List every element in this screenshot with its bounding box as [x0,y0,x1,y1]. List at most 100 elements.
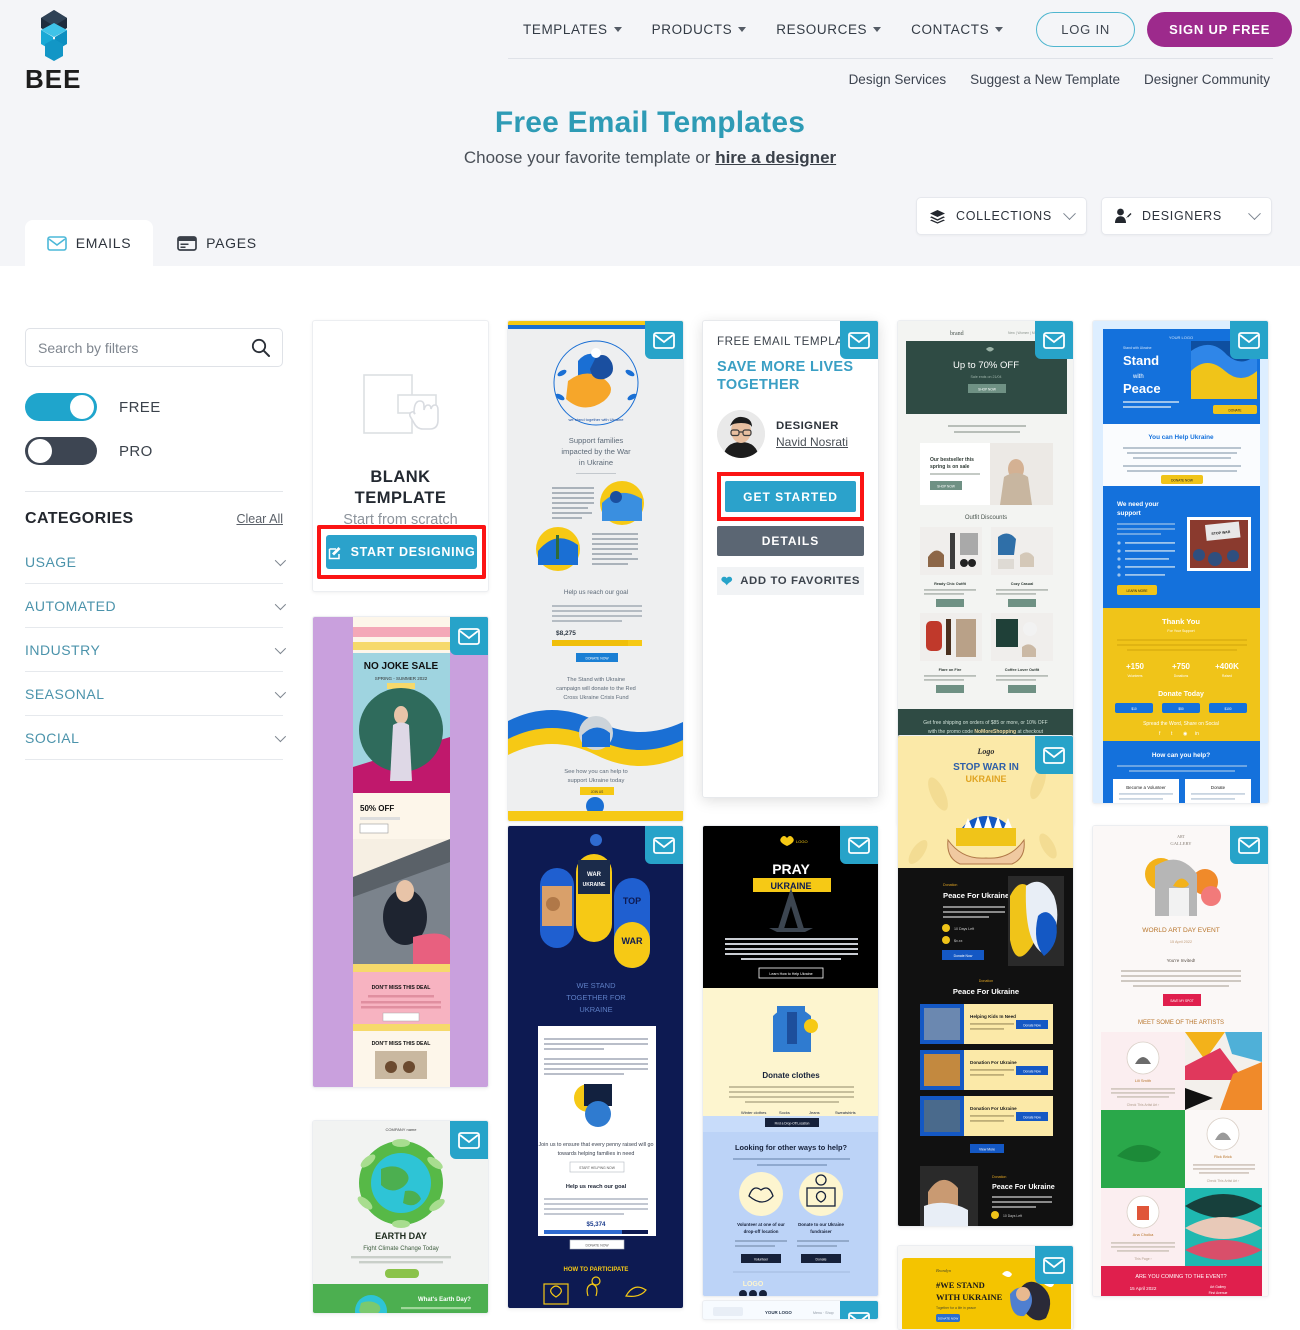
envelope-icon [1043,746,1065,764]
svg-text:$50: $50 [1178,707,1184,711]
svg-text:+400K: +400K [1215,662,1239,671]
blank-template-card[interactable]: BLANK TEMPLATE Start from scratch START … [312,320,489,592]
chevron-down-icon [1248,206,1261,220]
nav-item-products[interactable]: PRODUCTS [637,14,762,45]
add-to-favorites-button[interactable]: ❤ ADD TO FAVORITES [717,567,864,596]
svg-text:GALLERY: GALLERY [1170,841,1192,846]
search-input[interactable] [38,339,251,356]
bee-logo[interactable]: BEE [25,8,85,92]
svg-text:in: in [1195,731,1199,737]
search-filters-box[interactable] [25,328,283,367]
signup-button[interactable]: SIGN UP FREE [1147,12,1293,47]
tab-label: EMAILS [75,235,132,251]
tab-pages[interactable]: PAGES [153,220,281,266]
template-card-world-art-day[interactable]: ART GALLERY WORLD ART DAY EVENT 15 April… [1092,825,1269,1297]
dropdown-label: DESIGNERS [1142,209,1222,223]
stand-with-peace-thumbnail: YOUR LOGO Stand with Ukraine Stand with … [1093,321,1268,803]
search-icon[interactable] [251,338,270,357]
svg-text:Helping Kids In Need: Helping Kids In Need [970,1014,1016,1019]
clear-all-button[interactable]: Clear All [236,512,283,526]
svg-text:Coffee Lover Outfit: Coffee Lover Outfit [1005,668,1040,672]
svg-text:DONATE NOW: DONATE NOW [585,657,609,661]
svg-text:Lili Smith: Lili Smith [1135,1078,1151,1083]
category-label: USAGE [25,553,77,570]
start-designing-button[interactable]: START DESIGNING [326,535,477,569]
svg-text:Winter clothes: Winter clothes [741,1110,766,1115]
hire-designer-link[interactable]: hire a designer [715,148,836,167]
category-social[interactable]: SOCIAL [25,716,287,760]
brand-sale-thumbnail: brand New | Women | Men | Sale Up to 70%… [898,321,1073,709]
category-automated[interactable]: AUTOMATED [25,584,287,628]
link-suggest-template[interactable]: Suggest a New Template [970,72,1120,87]
envelope-icon [46,235,67,251]
svg-text:MEET SOME OF THE ARTISTS: MEET SOME OF THE ARTISTS [1138,1020,1224,1026]
template-card-stop-war[interactable]: Logo STOP WAR IN UKRAINE Donation Peace … [897,735,1074,1227]
chevron-down-icon [1063,206,1076,220]
category-industry[interactable]: INDUSTRY [25,628,287,672]
nav-item-resources[interactable]: RESOURCES [761,14,896,45]
category-usage[interactable]: USAGE [25,540,287,584]
sidebar-divider [25,491,283,492]
svg-text:in Ukraine: in Ukraine [579,458,613,467]
chevron-down-icon [274,598,287,610]
hovered-template-card[interactable]: FREE EMAIL TEMPLATE SAVE MORE LIVES TOGE… [702,320,879,798]
svg-text:Donations: Donations [1174,674,1189,678]
svg-text:DON'T MISS THIS DEAL: DON'T MISS THIS DEAL [372,985,432,991]
svg-text:This Page ›: This Page › [1134,1257,1151,1261]
svg-text:See how you can help to: See how you can help to [564,769,628,775]
svg-text:campaign will donate to the Re: campaign will donate to the Red [556,686,636,692]
svg-text:towards helping families in ne: towards helping families in need [558,1151,635,1157]
svg-text:Jeans: Jeans [809,1110,820,1115]
nav-item-contacts[interactable]: CONTACTS [896,14,1018,45]
svg-text:#WE STAND: #WE STAND [936,1280,985,1290]
template-card-no-joke-sale[interactable]: NO JOKE SALE SPRING - SUMMER 2022 50% OF… [312,616,489,1088]
svg-text:Donation: Donation [943,883,957,887]
svg-text:with: with [1132,374,1144,380]
details-button[interactable]: DETAILS [717,526,864,557]
svg-text:Support families: Support families [569,436,624,445]
template-card-pray-ukraine[interactable]: LOGO PRAY UKRAINE Learn How to Help Ukra… [702,825,879,1297]
designers-dropdown[interactable]: DESIGNERS [1101,197,1272,235]
hero-subtitle-text: Choose your favorite template or [463,148,716,167]
template-card-we-stand-yellow[interactable]: Brandyn #WE STAND WITH UKRAINE Together … [897,1245,1074,1330]
svg-text:SHOP NOW: SHOP NOW [978,387,996,391]
category-seasonal[interactable]: SEASONAL [25,672,287,716]
free-toggle-label: FREE [119,398,161,416]
free-toggle[interactable] [25,393,97,421]
login-button[interactable]: LOG IN [1036,12,1136,47]
svg-text:$100: $100 [1224,707,1231,711]
link-designer-community[interactable]: Designer Community [1144,72,1270,87]
svg-text:Outfit Discounts: Outfit Discounts [965,515,1007,521]
get-started-button[interactable]: GET STARTED [725,481,856,513]
category-label: INDUSTRY [25,641,101,658]
hero-section: Free Email Templates Choose your favorit… [0,106,1300,168]
svg-text:Volunteer at one of our: Volunteer at one of our [737,1222,785,1227]
blank-template-title: BLANK TEMPLATE [355,467,447,510]
svg-text:Volunteers: Volunteers [1127,674,1142,678]
template-card-stand-with-peace[interactable]: YOUR LOGO Stand with Ukraine Stand with … [1092,320,1269,804]
template-card-earth-day[interactable]: COMPANY name EARTH DAY Fight Climate Cha… [312,1120,489,1314]
collections-dropdown[interactable]: COLLECTIONS [916,197,1087,235]
svg-text:JOIN US: JOIN US [591,790,604,794]
page-icon [177,235,197,251]
template-card-partial-bottom[interactable]: YOUR LOGO Menu · Shop [702,1300,879,1320]
template-title: SAVE MORE LIVES TOGETHER [717,359,854,394]
svg-text:Donate Now: Donate Now [1023,1116,1041,1120]
page-title: Free Email Templates [494,106,806,139]
envelope-badge [645,321,683,359]
template-card-we-stand-together[interactable]: WAR UKRAINE TOP WAR WE STAND TOGETHER FO… [507,825,684,1309]
envelope-badge [450,1121,488,1159]
nav-item-templates[interactable]: TEMPLATES [508,14,637,45]
link-design-services[interactable]: Design Services [849,72,947,87]
envelope-badge [1035,736,1073,774]
pro-toggle[interactable] [25,437,97,465]
designer-name-link[interactable]: Navid Nosrati [776,435,848,449]
envelope-badge [840,826,878,864]
template-card-support-families[interactable]: we stand together with Ukraine Support f… [507,320,684,822]
tab-emails[interactable]: EMAILS [25,220,153,266]
svg-text:HOW TO PARTICIPATE: HOW TO PARTICIPATE [564,1267,629,1273]
svg-text:Volunteer: Volunteer [754,1258,769,1262]
avatar-photo [717,410,765,459]
svg-text:WAR: WAR [587,872,602,878]
svg-text:ARE YOU COMING TO THE EVENT?: ARE YOU COMING TO THE EVENT? [1135,1274,1226,1280]
